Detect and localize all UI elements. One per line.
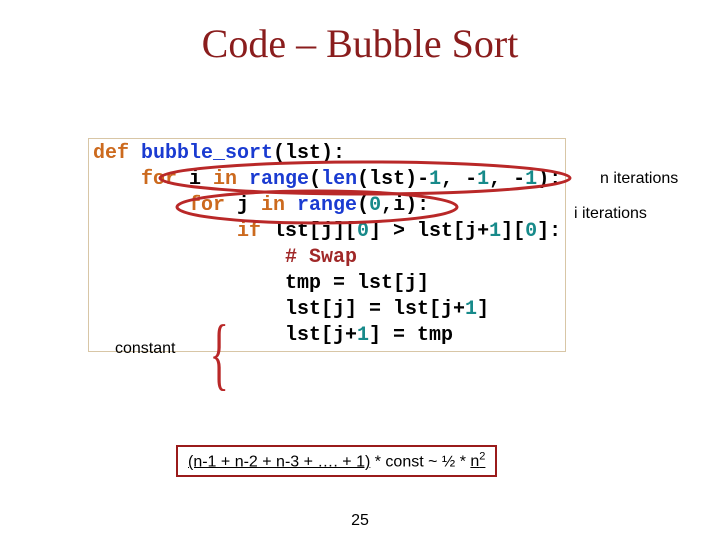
brace-icon: { bbox=[210, 314, 229, 394]
code-line-5: # Swap bbox=[93, 245, 561, 271]
code-line-7: lst[j] = lst[j+1] bbox=[93, 297, 561, 323]
constant-label: constant bbox=[115, 340, 175, 358]
complexity-box: (n-1 + n-2 + n-3 + …. + 1) * const ~ ½ *… bbox=[176, 445, 497, 477]
code-line-4: if lst[j][0] > lst[j+1][0]: bbox=[93, 219, 561, 245]
page-number: 25 bbox=[351, 512, 369, 530]
complexity-sum: (n-1 + n-2 + n-3 + …. + 1) bbox=[188, 453, 370, 470]
n-iterations-label: n iterations bbox=[600, 170, 678, 188]
i-iterations-label: i iterations bbox=[574, 205, 647, 223]
code-line-3: for j in range(0,i): bbox=[93, 193, 561, 219]
slide-title: Code – Bubble Sort bbox=[0, 20, 720, 67]
code-line-1: def bubble_sort(lst): bbox=[93, 141, 561, 167]
code-line-2: for i in range(len(lst)-1, -1, -1): bbox=[93, 167, 561, 193]
code-line-6: tmp = lst[j] bbox=[93, 271, 561, 297]
complexity-n: n2 bbox=[470, 453, 485, 470]
complexity-mid: * const ~ ½ * bbox=[370, 453, 470, 470]
code-block: def bubble_sort(lst): for i in range(len… bbox=[88, 138, 566, 352]
